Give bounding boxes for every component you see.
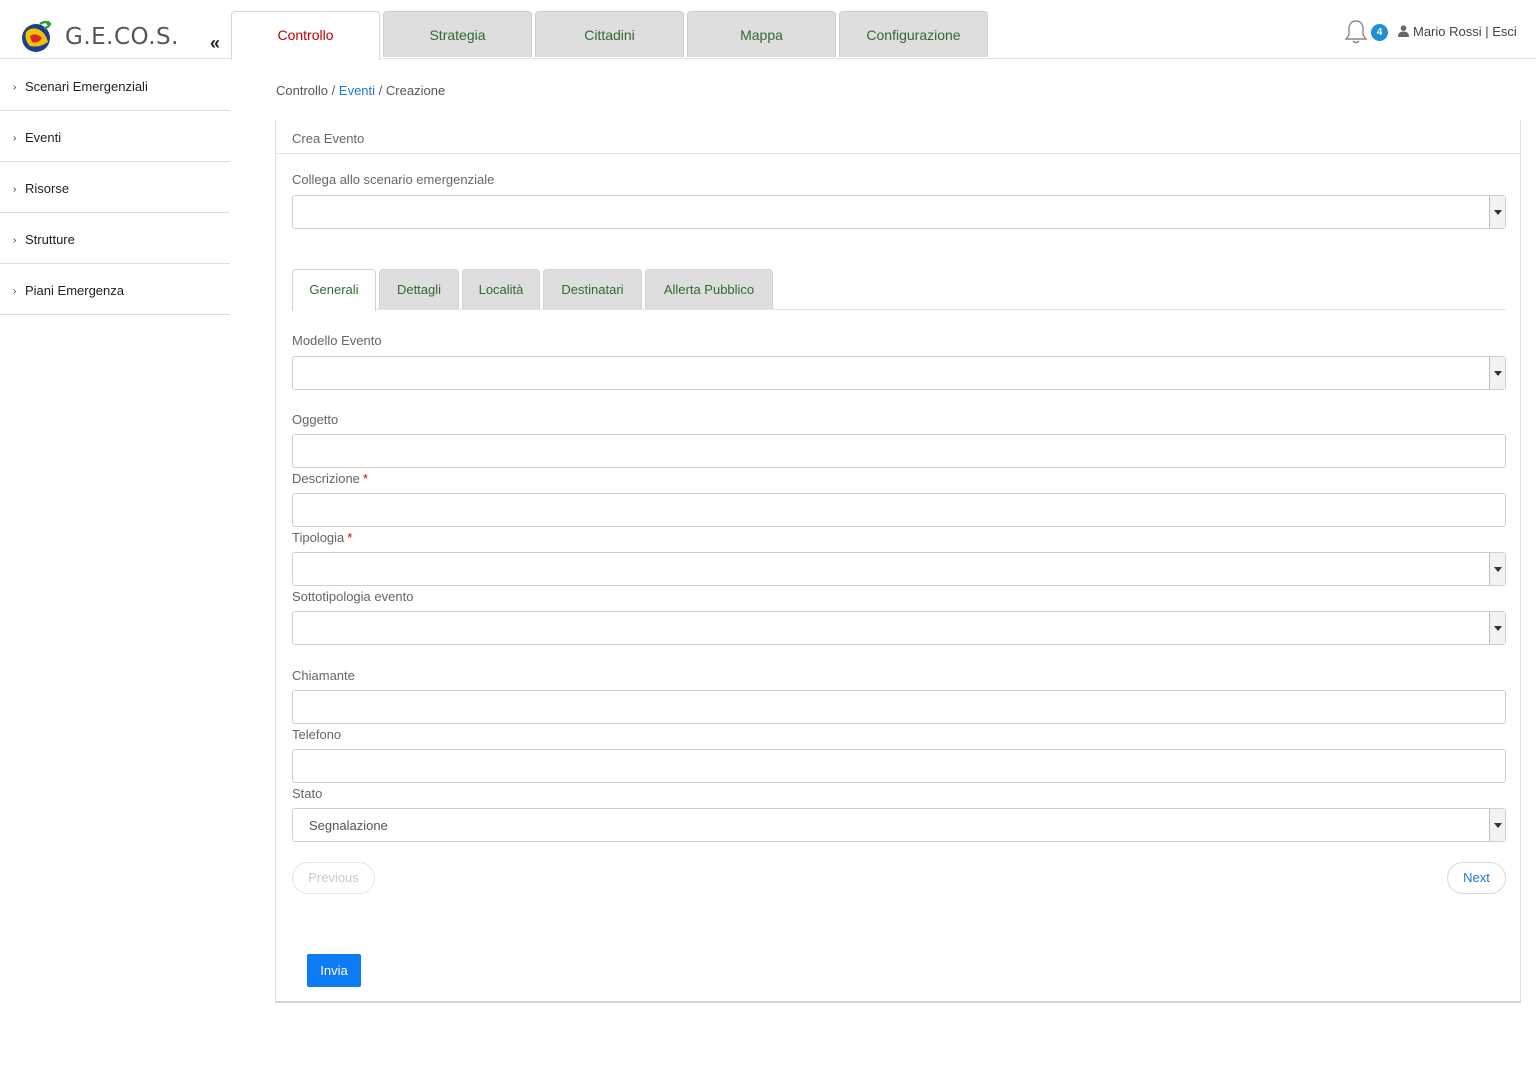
notification-count-badge: 4: [1371, 24, 1388, 41]
modello-evento-label: Modello Evento: [292, 333, 382, 348]
required-marker: *: [347, 530, 353, 545]
tab-allerta-pubblico[interactable]: Allerta Pubblico: [645, 269, 773, 309]
chevron-right-icon: ›: [13, 82, 17, 93]
breadcrumb-current: Creazione: [385, 83, 446, 98]
breadcrumb: Controllo / Eventi / Creazione: [276, 83, 445, 98]
chevron-right-icon: ›: [13, 235, 17, 246]
user-name-logout[interactable]: Mario Rossi | Esci: [1413, 24, 1517, 39]
tipologia-label-text: Tipologia: [292, 530, 345, 545]
panel-divider: [276, 153, 1521, 154]
dropdown-arrow-icon[interactable]: [1489, 357, 1505, 389]
notifications-button[interactable]: 4: [1344, 19, 1390, 47]
sidebar: › Scenari Emergenziali › Eventi › Risorse ›…: [0, 60, 230, 315]
tab-controllo[interactable]: Controllo: [231, 11, 380, 60]
dropdown-arrow-icon[interactable]: [1489, 809, 1505, 841]
brand-title: G.E.CO.S.: [65, 24, 179, 50]
chiamante-label: Chiamante: [292, 668, 355, 683]
tab-cittadini[interactable]: Cittadini: [535, 11, 684, 57]
chevron-right-icon: ›: [13, 286, 17, 297]
previous-button[interactable]: Previous: [292, 862, 375, 894]
scenario-select[interactable]: [292, 195, 1506, 229]
sottotipologia-select[interactable]: [292, 611, 1506, 645]
tab-configurazione[interactable]: Configurazione: [839, 11, 988, 57]
descrizione-input[interactable]: [292, 493, 1506, 527]
bell-icon: [1344, 20, 1368, 44]
dropdown-arrow-icon[interactable]: [1489, 553, 1505, 585]
sidebar-item-label: Scenari Emergenziali: [25, 79, 148, 94]
sidebar-item-risorse[interactable]: › Risorse: [0, 162, 230, 213]
tab-destinatari[interactable]: Destinatari: [543, 269, 642, 309]
tab-dettagli[interactable]: Dettagli: [379, 269, 459, 309]
descrizione-label-text: Descrizione: [292, 471, 360, 486]
breadcrumb-eventi-link[interactable]: Eventi: [339, 83, 375, 98]
sidebar-item-label: Risorse: [25, 181, 70, 196]
user-menu[interactable]: Mario Rossi | Esci: [1398, 24, 1517, 39]
next-button[interactable]: Next: [1447, 862, 1506, 894]
collapse-sidebar-button[interactable]: «: [210, 34, 220, 52]
stato-select[interactable]: Segnalazione: [292, 808, 1506, 842]
tab-generali[interactable]: Generali: [292, 269, 376, 311]
sidebar-item-label: Eventi: [25, 130, 62, 145]
oggetto-input[interactable]: [292, 434, 1506, 468]
tipologia-select[interactable]: [292, 552, 1506, 586]
tab-strategia[interactable]: Strategia: [383, 11, 532, 57]
sidebar-item-eventi[interactable]: › Eventi: [0, 111, 230, 162]
descrizione-label: Descrizione *: [292, 471, 368, 486]
telefono-input[interactable]: [292, 749, 1506, 783]
dropdown-arrow-icon[interactable]: [1489, 612, 1505, 644]
tab-localita[interactable]: Località: [462, 269, 540, 309]
user-icon: [1398, 25, 1409, 37]
required-marker: *: [362, 471, 368, 486]
chevron-right-icon: ›: [13, 133, 17, 144]
sidebar-item-label: Piani Emergenza: [25, 283, 124, 298]
scenario-label: Collega allo scenario emergenziale: [292, 172, 495, 187]
chevron-right-icon: ›: [13, 184, 17, 195]
sidebar-item-strutture[interactable]: › Strutture: [0, 213, 230, 264]
sidebar-item-label: Strutture: [25, 232, 75, 247]
stato-label: Stato: [292, 786, 323, 801]
sottotipologia-label: Sottotipologia evento: [292, 589, 414, 604]
form-tabs: Generali Dettagli Località Destinatari A…: [292, 269, 1506, 311]
tipologia-label: Tipologia *: [292, 530, 352, 545]
stato-value: Segnalazione: [309, 818, 388, 833]
panel-title: Crea Evento: [292, 131, 365, 146]
gecos-logo-icon: [22, 20, 52, 52]
sidebar-item-piani-emergenza[interactable]: › Piani Emergenza: [0, 264, 230, 315]
dropdown-arrow-icon[interactable]: [1489, 196, 1505, 228]
chiamante-input[interactable]: [292, 690, 1506, 724]
tab-mappa[interactable]: Mappa: [687, 11, 836, 57]
oggetto-label: Oggetto: [292, 412, 339, 427]
telefono-label: Telefono: [292, 727, 342, 742]
breadcrumb-separator: /: [331, 83, 336, 98]
app-header: G.E.CO.S. « Controllo Strategia Cittadin…: [0, 0, 1536, 60]
modello-evento-select[interactable]: [292, 356, 1506, 390]
breadcrumb-root[interactable]: Controllo: [276, 83, 328, 98]
sidebar-item-scenari-emergenziali[interactable]: › Scenari Emergenziali: [0, 60, 230, 111]
submit-button[interactable]: Invia: [307, 954, 361, 987]
breadcrumb-separator: /: [378, 83, 383, 98]
create-event-panel: Crea Evento Collega allo scenario emerge…: [275, 120, 1521, 1003]
